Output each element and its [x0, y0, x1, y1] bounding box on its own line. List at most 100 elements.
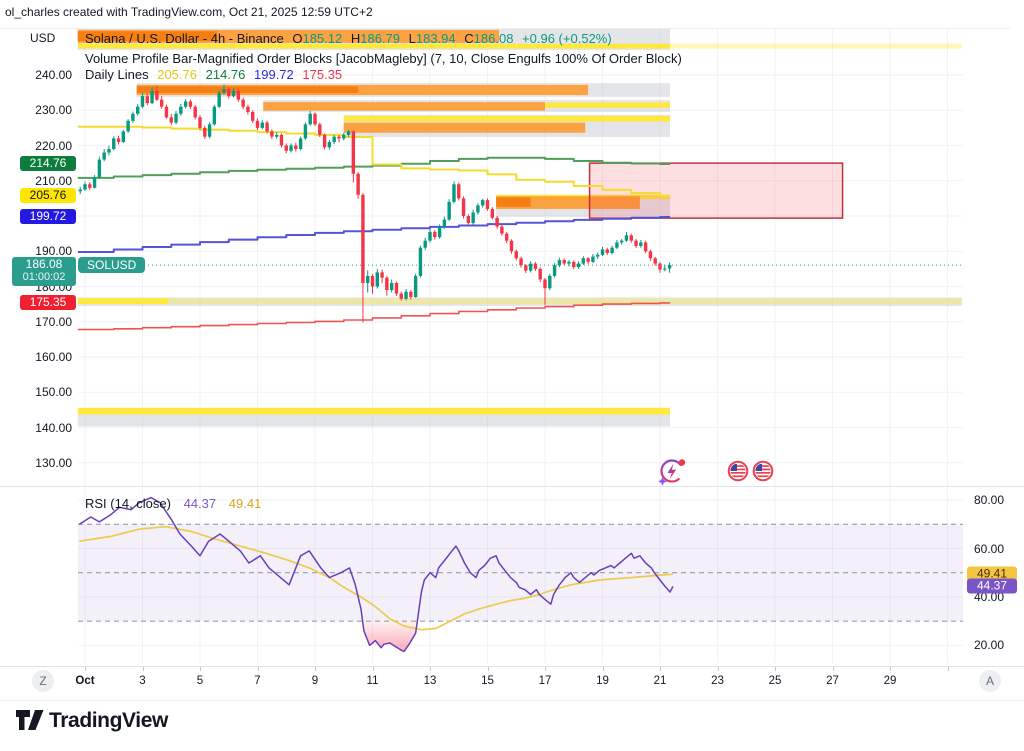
candle-body	[112, 138, 115, 149]
candle-body	[414, 276, 417, 297]
candle-body	[232, 91, 235, 96]
high-label: H	[351, 31, 360, 46]
time-tick: 17	[539, 675, 552, 687]
candle-body	[309, 114, 312, 125]
symbol-legend-row[interactable]: Solana / U.S. Dollar - 4h - Binance O185…	[85, 31, 617, 46]
price-tick: 130.00	[35, 456, 72, 470]
candle-body	[342, 135, 345, 139]
candle-body	[285, 146, 288, 151]
time-tick-mark	[890, 667, 891, 671]
time-tick-mark	[660, 667, 661, 671]
time-tick-mark	[430, 667, 431, 671]
candle-body	[615, 242, 618, 247]
candle-body	[524, 265, 527, 270]
pane-divider[interactable]	[0, 486, 1024, 487]
candle-body	[141, 96, 144, 107]
candle-body	[567, 262, 570, 264]
candle-body	[630, 235, 633, 240]
rsi-legend-row[interactable]: RSI (14, close) 44.37 49.41	[85, 496, 270, 511]
rsi-value-label: 44.37	[967, 579, 1017, 594]
daily-lines-legend-row[interactable]: Daily Lines 205.76 214.76 199.72 175.35	[85, 67, 347, 82]
price-tick: 170.00	[35, 315, 72, 329]
price-axis[interactable]: USD 240.00230.00220.00210.00190.00180.00…	[0, 28, 78, 486]
time-tick: 5	[197, 675, 203, 687]
candle-body	[457, 184, 460, 198]
candle-body	[189, 101, 192, 106]
candle-body	[261, 123, 264, 128]
candle-body	[548, 276, 551, 288]
indicator-legend-row[interactable]: Volume Profile Bar-Magnified Order Block…	[85, 51, 687, 66]
candle-body	[433, 232, 436, 237]
order-block-orange	[344, 123, 586, 133]
candle-body	[150, 91, 153, 103]
chart-canvas[interactable]	[0, 0, 1024, 751]
candle-body	[610, 248, 613, 253]
candle-body	[131, 114, 134, 121]
candle-body	[486, 200, 489, 209]
tradingview-logo-icon[interactable]	[16, 710, 44, 735]
time-axis[interactable]: Z A Oct357911131517192123252729	[0, 666, 1024, 701]
rsi-oversold-fill	[363, 621, 418, 651]
candle-body	[481, 200, 484, 205]
us-flag-event-icon[interactable]	[752, 460, 774, 487]
candle-body	[462, 198, 465, 216]
symbol-tag[interactable]: SOLUSD	[78, 257, 145, 273]
candle-body	[241, 100, 244, 107]
candle-body	[428, 232, 431, 241]
candle-body	[318, 124, 321, 135]
footer-bar: TradingView	[0, 700, 1024, 751]
time-tick-mark	[143, 667, 144, 671]
candle-body	[146, 96, 149, 103]
daily-value-green: 214.76	[206, 67, 246, 82]
candle-body	[476, 205, 479, 212]
time-tick-mark	[718, 667, 719, 671]
daily-line	[78, 303, 670, 330]
time-tick-mark	[258, 667, 259, 671]
time-tick: 7	[254, 675, 260, 687]
candle-body	[452, 184, 455, 202]
candle-body	[510, 241, 513, 252]
candle-body	[639, 242, 642, 246]
candle-body	[165, 107, 168, 118]
candle-body	[299, 138, 302, 149]
timezone-button[interactable]: Z	[32, 670, 54, 692]
candle-body	[582, 258, 585, 263]
candle-body	[539, 269, 542, 280]
pane-top-divider	[0, 28, 1010, 29]
candle-body	[332, 137, 335, 142]
ai-spark-icon[interactable]	[655, 454, 689, 493]
time-tick-mark	[373, 667, 374, 671]
auto-scale-button[interactable]: A	[979, 670, 1001, 692]
price-tick: 240.00	[35, 68, 72, 82]
tradingview-logo-text[interactable]: TradingView	[49, 709, 168, 733]
time-tick-mark	[545, 667, 546, 671]
price-tick: 220.00	[35, 139, 72, 153]
rsi-value: 44.37	[184, 496, 217, 511]
candle-body	[294, 146, 297, 150]
price-label-daily-yellow: 205.76	[20, 188, 76, 203]
candle-body	[505, 234, 508, 241]
candle-body	[170, 117, 173, 122]
price-label-daily-red: 175.35	[20, 295, 76, 310]
candle-body	[251, 112, 254, 121]
candle-body	[400, 294, 403, 299]
candle-body	[491, 209, 494, 218]
candle-body	[553, 265, 556, 276]
candle-body	[443, 220, 446, 227]
candle-body	[328, 142, 331, 147]
rsi-axis[interactable]: 80.0060.0040.0020.0049.4144.37	[963, 487, 1024, 665]
open-value: 185.12	[302, 31, 342, 46]
candle-body	[275, 135, 278, 137]
candle-body	[93, 177, 96, 188]
candle-body	[409, 292, 412, 297]
candle-body	[586, 258, 589, 262]
candle-body	[404, 292, 407, 299]
candle-body	[227, 89, 230, 96]
candle-body	[184, 101, 187, 106]
candle-body	[198, 117, 201, 128]
candle-body	[361, 195, 364, 283]
order-block-yellow_pale	[168, 298, 962, 304]
candle-body	[194, 107, 197, 118]
us-flag-event-icon[interactable]	[727, 460, 749, 487]
order-block-yellow	[344, 116, 670, 122]
